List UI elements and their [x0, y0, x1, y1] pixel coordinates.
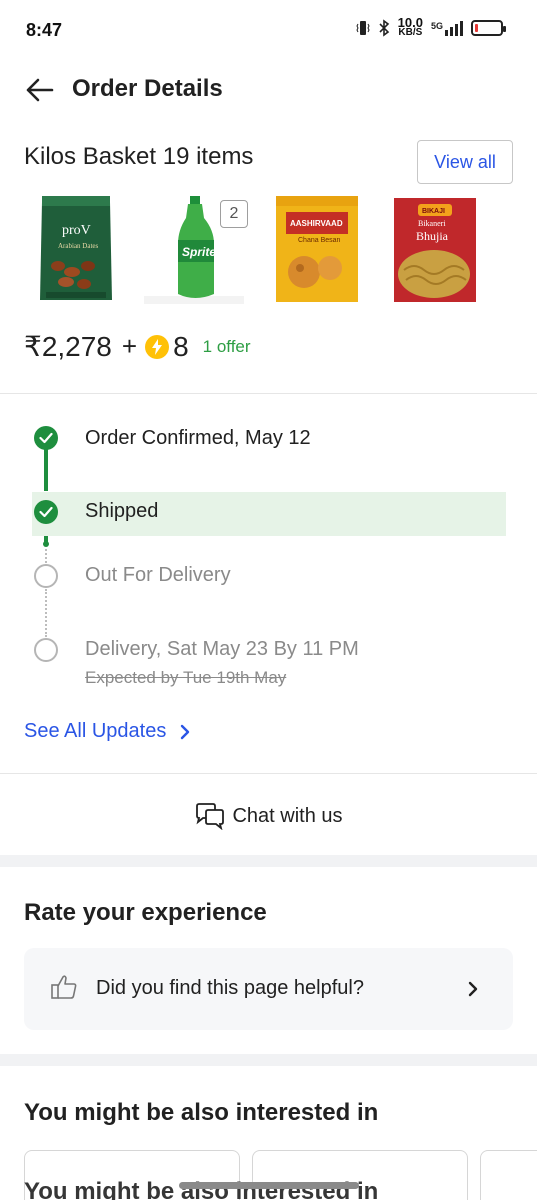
network-speed: 10.0 KB/S [397, 15, 423, 38]
home-indicator[interactable] [179, 1182, 359, 1189]
svg-text:Arabian Dates: Arabian Dates [58, 242, 99, 250]
arrow-left-icon[interactable] [24, 76, 56, 104]
signal-icon: 5G [431, 20, 463, 36]
step-shipped: Shipped [85, 500, 159, 522]
besan-pack-image[interactable]: AASHIRVAAD Chana Besan [276, 196, 358, 304]
status-icons: 10.0 KB/S 5G [356, 15, 506, 38]
svg-text:AASHIRVAAD: AASHIRVAAD [290, 219, 343, 228]
see-all-updates-link[interactable]: See All Updates [24, 720, 190, 743]
expected-date-struck: Expected by Tue 19th May [85, 668, 287, 687]
progress-line-done [44, 448, 48, 491]
svg-text:Sprite: Sprite [182, 245, 216, 259]
basket-title: Kilos Basket 19 items [24, 143, 254, 170]
check-circle-icon [34, 426, 58, 450]
helpful-question: Did you find this page helpful? [96, 977, 364, 999]
progress-line-pending [45, 549, 47, 563]
status-bar: 8:47 10.0 KB/S 5G [0, 0, 537, 60]
suggestion-card[interactable] [480, 1150, 537, 1200]
step-out-for-delivery: Out For Delivery [85, 564, 231, 586]
step-delivery: Delivery, Sat May 23 By 11 PM [85, 638, 359, 660]
supercoin-count: 8 [173, 330, 189, 362]
progress-dot [43, 541, 49, 547]
chevron-right-icon [181, 724, 190, 739]
view-all-button[interactable]: View all [417, 140, 513, 184]
divider [0, 393, 537, 394]
see-all-updates-label: See All Updates [24, 720, 167, 742]
page-title: Order Details [72, 75, 223, 102]
chat-with-us-button[interactable]: Chat with us [0, 775, 537, 857]
chevron-right-icon [468, 981, 478, 997]
order-tracker: Order Confirmed, May 12 Shipped Out For … [0, 395, 537, 775]
bluetooth-icon [379, 19, 389, 37]
pending-circle-icon [34, 638, 58, 662]
check-circle-icon [34, 500, 58, 524]
chat-label: Chat with us [232, 804, 343, 827]
svg-text:Chana Besan: Chana Besan [298, 237, 341, 244]
thumbs-up-icon [51, 975, 77, 999]
chat-bubbles-icon [196, 803, 225, 830]
offer-link[interactable]: 1 offer [203, 337, 251, 357]
progress-line-pending [45, 589, 47, 637]
battery-icon [471, 20, 506, 36]
svg-text:proV: proV [62, 223, 91, 238]
supercoin-icon [145, 334, 170, 359]
svg-text:BIKAJI: BIKAJI [422, 208, 445, 215]
rate-title: Rate your experience [24, 899, 267, 926]
section-separator [0, 855, 537, 867]
dates-pack-image[interactable]: proV Arabian Dates [38, 196, 114, 304]
status-time: 8:47 [26, 20, 63, 40]
order-price: ₹2,278 [24, 331, 112, 362]
header: Order Details [0, 64, 537, 116]
svg-text:Bikaneri: Bikaneri [418, 219, 446, 228]
bhujia-pack-image[interactable]: BIKAJI Bikaneri Bhujia [394, 196, 476, 304]
section-separator [0, 1054, 537, 1066]
price-row: ₹2,278 + 8 1 offer [24, 330, 251, 363]
product-thumbnails[interactable]: proV Arabian Dates Sprite 2 AASHIRVAAD C… [24, 192, 514, 308]
quantity-badge: 2 [220, 200, 248, 228]
pending-circle-icon [34, 564, 58, 588]
helpful-feedback-card[interactable]: Did you find this page helpful? [24, 948, 513, 1030]
vibrate-icon [356, 21, 370, 35]
svg-text:Bhujia: Bhujia [416, 229, 449, 243]
plus-sign: + [121, 331, 138, 361]
step-order-confirmed: Order Confirmed, May 12 [85, 427, 311, 449]
divider [0, 773, 537, 774]
suggestions-title: You might be also interested in [24, 1099, 379, 1126]
